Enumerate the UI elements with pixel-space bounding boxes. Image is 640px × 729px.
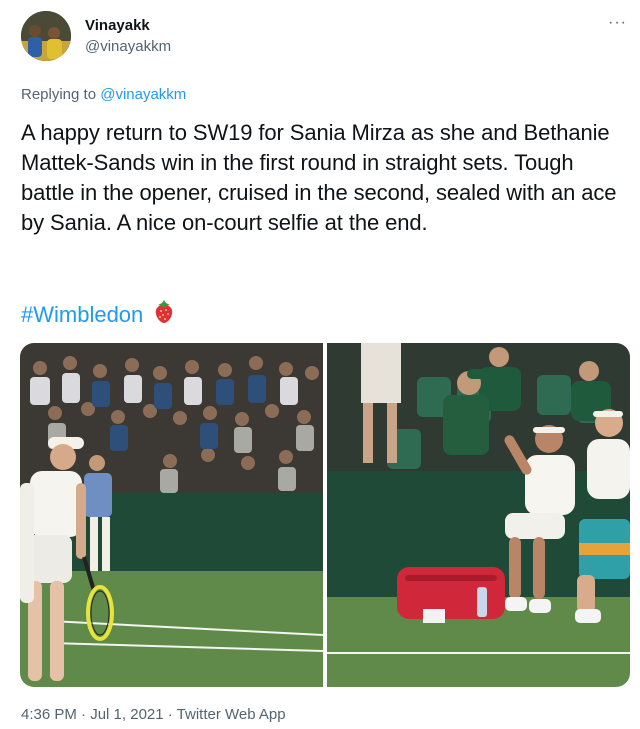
replying-to-label: Replying to	[21, 86, 97, 103]
tweet-photo-1[interactable]	[20, 343, 323, 687]
tweet-card: Vinayakk @vinayakkm ··· Replying to @vin…	[0, 0, 640, 729]
tweet-text: A happy return to SW19 for Sania Mirza a…	[21, 120, 617, 235]
meta-separator-2: ·	[163, 706, 177, 723]
display-name[interactable]: Vinayakk	[85, 17, 150, 34]
tweet-source[interactable]: Twitter Web App	[177, 706, 286, 723]
user-avatar[interactable]	[21, 11, 71, 61]
tweet-meta: 4:36 PM · Jul 1, 2021 · Twitter Web App	[21, 706, 286, 723]
tweet-photo-2[interactable]	[327, 343, 630, 687]
hashtag-line: #Wimbledon	[21, 300, 175, 332]
hashtag-link[interactable]: #Wimbledon	[21, 302, 143, 327]
strawberry-icon	[153, 300, 175, 332]
replying-to-link[interactable]: @vinayakkm	[100, 86, 186, 103]
replying-to: Replying to @vinayakkm	[21, 86, 186, 103]
media-grid	[20, 343, 630, 687]
more-options-icon[interactable]: ···	[608, 14, 627, 32]
meta-separator: ·	[76, 706, 91, 723]
tweet-date[interactable]: Jul 1, 2021	[90, 706, 163, 723]
user-handle[interactable]: @vinayakkm	[85, 38, 171, 55]
tweet-time[interactable]: 4:36 PM	[21, 706, 77, 723]
